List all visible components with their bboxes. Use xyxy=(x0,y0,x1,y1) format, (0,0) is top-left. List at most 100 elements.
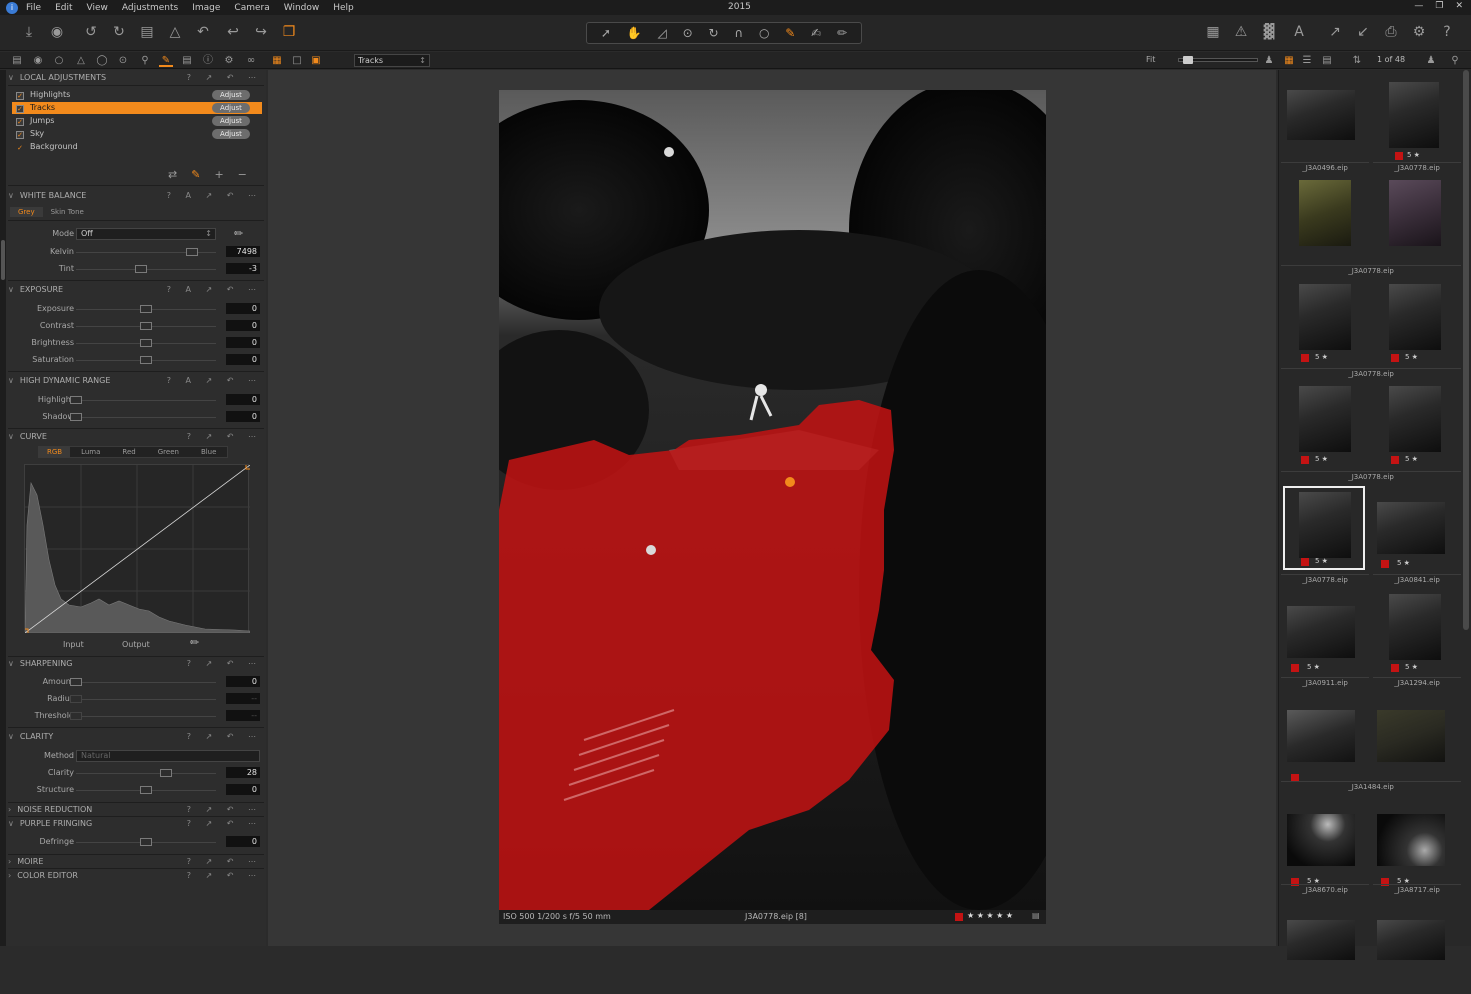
color-tag[interactable] xyxy=(1381,560,1389,568)
tool-header-icons[interactable]: ? A ↗ ↶ ⋯ xyxy=(167,375,262,387)
browser-scrollbar[interactable] xyxy=(1463,70,1469,630)
tool-header-icons[interactable]: ? ↗ ↶ ⋯ xyxy=(187,731,262,743)
radius-slider[interactable] xyxy=(76,699,216,700)
star-rating[interactable]: ★ ★ ★ ★ ★ xyxy=(967,911,1013,920)
curve-picker-icon[interactable]: ✏ xyxy=(190,636,199,649)
sharpening-header[interactable]: ∨ SHARPENING ? ↗ ↶ ⋯ xyxy=(8,658,264,670)
layer-checkbox[interactable]: ✓ xyxy=(16,118,24,126)
menu-window[interactable]: Window xyxy=(284,3,320,13)
layer-checkbox[interactable]: ✓ xyxy=(16,145,24,153)
thumbnail[interactable]: 5 ★ xyxy=(1281,804,1363,888)
remove-layer-icon[interactable]: − xyxy=(238,168,261,181)
tab-batch-icon[interactable]: ⚙ xyxy=(222,54,236,67)
tab-output-icon[interactable]: ⓘ xyxy=(201,54,215,67)
camera-icon[interactable]: ◉ xyxy=(48,23,66,41)
color-editor-header[interactable]: › COLOR EDITOR ? ↗ ↶ ⋯ xyxy=(8,870,264,882)
tab-quick-icon[interactable]: ∞ xyxy=(244,54,258,67)
undo-icon[interactable]: ↩ xyxy=(224,23,242,41)
defringe-value[interactable]: 0 xyxy=(226,836,260,847)
swap-layers-icon[interactable]: ⇄ xyxy=(168,168,191,181)
color-tag[interactable] xyxy=(1291,664,1299,672)
exposure-value[interactable]: 0 xyxy=(226,303,260,314)
color-tag[interactable] xyxy=(1391,456,1399,464)
eraser-icon[interactable]: ✍ xyxy=(811,26,821,40)
thumbnail-rating[interactable]: 5 ★ xyxy=(1407,151,1471,161)
zoom-slider-handle[interactable] xyxy=(1183,56,1193,64)
menu-help[interactable]: Help xyxy=(333,3,354,13)
radius-value[interactable]: -- xyxy=(226,693,260,704)
thumbnail-rating[interactable]: 5 ★ xyxy=(1405,353,1471,363)
structure-value[interactable]: 0 xyxy=(226,784,260,795)
slider-handle[interactable] xyxy=(70,712,82,720)
threshold-slider[interactable] xyxy=(76,716,216,717)
adjust-button[interactable]: Adjust xyxy=(212,129,250,139)
tint-value[interactable]: -3 xyxy=(226,263,260,274)
tab-local-adjustments-icon[interactable]: ✎ xyxy=(159,54,173,67)
variant-select[interactable]: Tracks ↕ xyxy=(354,54,430,67)
thumbnail[interactable]: 5 ★ xyxy=(1371,486,1453,570)
clarity-value[interactable]: 28 xyxy=(226,767,260,778)
add-layer-icon[interactable]: + xyxy=(214,168,237,181)
layer-row-highlights[interactable]: ✓ Highlights Adjust xyxy=(12,89,262,101)
eyedropper-icon[interactable]: ✏ xyxy=(234,227,243,240)
apply-adjustments-icon[interactable]: ↙ xyxy=(1354,23,1372,41)
thumbnail[interactable]: 5 ★ xyxy=(1281,280,1363,364)
panel-scroll-handle[interactable] xyxy=(1,240,5,280)
main-photo[interactable] xyxy=(449,80,1099,910)
adjust-button[interactable]: Adjust xyxy=(212,90,250,100)
tool-header-icons[interactable]: ? ↗ ↶ ⋯ xyxy=(187,72,262,84)
thumbnail[interactable]: 5 ★ xyxy=(1371,78,1453,162)
filmstrip-view-icon[interactable]: ▤ xyxy=(1320,54,1334,67)
tab-exposure-icon[interactable]: △ xyxy=(74,54,88,67)
slider-handle[interactable] xyxy=(186,248,198,256)
crop-icon[interactable]: ⊙ xyxy=(683,26,693,40)
white-balance-header[interactable]: ∨ WHITE BALANCE ? A ↗ ↶ ⋯ xyxy=(8,190,264,202)
spot-icon[interactable]: ○ xyxy=(759,26,769,40)
noise-reduction-header[interactable]: › NOISE REDUCTION ? ↗ ↶ ⋯ xyxy=(8,804,264,816)
tab-red[interactable]: Red xyxy=(111,447,146,457)
tool-header-icons[interactable]: ? A ↗ ↶ ⋯ xyxy=(167,190,262,202)
brightness-value[interactable]: 0 xyxy=(226,337,260,348)
saturation-value[interactable]: 0 xyxy=(226,354,260,365)
thumbnail[interactable]: 5 ★ xyxy=(1371,804,1453,888)
tool-header-icons[interactable]: ? ↗ ↶ ⋯ xyxy=(187,818,262,830)
import-icon[interactable]: ⤓ xyxy=(20,23,38,41)
zoom-fit-label[interactable]: Fit xyxy=(1146,55,1155,64)
color-tag[interactable] xyxy=(1391,354,1399,362)
amount-value[interactable]: 0 xyxy=(226,676,260,687)
color-tag[interactable] xyxy=(1301,558,1309,566)
tab-green[interactable]: Green xyxy=(147,447,190,457)
keystone-icon[interactable]: ∩ xyxy=(734,26,743,40)
select-cursor-icon[interactable]: ➚ xyxy=(601,26,611,40)
hand-icon[interactable]: ✋ xyxy=(627,26,642,40)
minimize-icon[interactable]: — xyxy=(1414,1,1423,11)
thumbnail-rating[interactable]: 5 ★ xyxy=(1397,559,1467,569)
loupe-icon[interactable]: ◿ xyxy=(658,26,667,40)
moire-header[interactable]: › MOIRE ? ↗ ↶ ⋯ xyxy=(8,856,264,868)
rotate-icon[interactable]: ↻ xyxy=(708,26,718,40)
slider-handle[interactable] xyxy=(140,838,152,846)
hdr-header[interactable]: ∨ HIGH DYNAMIC RANGE ? A ↗ ↶ ⋯ xyxy=(8,375,264,387)
user-icon[interactable]: ♟ xyxy=(1424,54,1438,67)
thumbnail[interactable] xyxy=(1281,700,1363,784)
curve-graph[interactable] xyxy=(22,463,252,635)
tab-rgb[interactable]: RGB xyxy=(39,447,71,457)
threshold-value[interactable]: -- xyxy=(226,710,260,721)
tool-header-icons[interactable]: ? A ↗ ↶ ⋯ xyxy=(167,284,262,296)
rotate-right-icon[interactable]: ↻ xyxy=(110,23,128,41)
color-tag[interactable] xyxy=(1391,664,1399,672)
trash-icon[interactable]: △ xyxy=(166,23,184,41)
slider-handle[interactable] xyxy=(140,786,152,794)
layer-row-jumps[interactable]: ✓ Jumps Adjust xyxy=(12,115,262,127)
thumbnail-view-icon[interactable]: ▦ xyxy=(1282,54,1296,67)
layer-row-tracks[interactable]: ✓ Tracks Adjust xyxy=(12,102,262,114)
tab-metadata-icon[interactable]: ▤ xyxy=(180,54,194,67)
tool-header-icons[interactable]: ? ↗ ↶ ⋯ xyxy=(187,658,262,670)
thumbnail[interactable] xyxy=(1371,910,1453,994)
tab-lens-icon[interactable]: ◯ xyxy=(95,54,109,67)
menu-file[interactable]: File xyxy=(26,3,41,13)
adjust-button[interactable]: Adjust xyxy=(212,103,250,113)
copy-adjustments-icon[interactable]: ↗ xyxy=(1326,23,1344,41)
slider-handle[interactable] xyxy=(70,695,82,703)
shadow-value[interactable]: 0 xyxy=(226,411,260,422)
